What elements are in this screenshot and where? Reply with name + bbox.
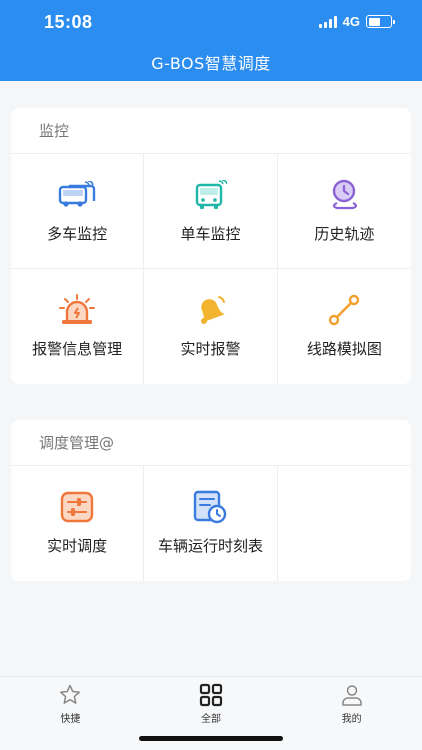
timetable-icon	[190, 490, 230, 524]
tab-label: 全部	[201, 714, 221, 725]
signal-icon	[318, 15, 337, 28]
tab-label: 快捷	[60, 714, 81, 725]
monitor-section: 监控 多车监控 单车监控 历史轨迹 报警信息管理 实时报警 线路模拟图	[11, 108, 411, 384]
menu-item-single-bus[interactable]: 单车监控	[144, 154, 278, 269]
status-bar: 15:08 4G	[0, 0, 422, 44]
section-title: 监控	[11, 108, 411, 154]
grid-icon	[198, 683, 224, 707]
menu-item-route-diagram[interactable]: 线路模拟图	[278, 269, 411, 384]
menu-item-vehicle-timetable[interactable]: 车辆运行时刻表	[144, 466, 278, 581]
menu-item-label: 历史轨迹	[314, 224, 375, 243]
network-type: 4G	[342, 14, 360, 29]
alarm-light-icon	[57, 294, 97, 326]
menu-item-label: 报警信息管理	[32, 340, 123, 358]
menu-item-history-track[interactable]: 历史轨迹	[277, 154, 411, 269]
route-line-icon	[324, 294, 364, 326]
menu-item-label: 多车监控	[47, 224, 108, 243]
history-track-icon	[324, 179, 364, 211]
home-indicator	[139, 736, 283, 741]
menu-item-label: 线路模拟图	[306, 340, 382, 358]
multi-bus-icon	[57, 179, 97, 211]
user-icon	[339, 683, 365, 707]
app-header: 15:08 4G G-BOS智慧调度	[0, 0, 422, 81]
menu-item-realtime-alarm[interactable]: 实时报警	[144, 269, 278, 384]
tab-mine[interactable]: 我的	[281, 677, 422, 750]
page-title: G-BOS智慧调度	[151, 54, 271, 73]
star-icon	[57, 683, 83, 707]
menu-item-label: 实时调度	[47, 537, 108, 555]
sliders-icon	[57, 491, 97, 523]
status-indicators: 4G	[318, 14, 395, 29]
status-time: 15:08	[44, 12, 93, 32]
menu-item-multi-bus[interactable]: 多车监控	[11, 154, 145, 269]
battery-fill	[368, 17, 381, 26]
tab-shortcut[interactable]: 快捷	[0, 677, 141, 750]
menu-item-label: 车辆运行时刻表	[157, 537, 263, 555]
tab-label: 我的	[341, 714, 362, 725]
dispatch-section: 调度管理@ 实时调度 车辆运行时刻表	[11, 420, 411, 581]
bell-icon	[190, 294, 230, 326]
empty-cell	[278, 466, 411, 581]
section-title: 调度管理@	[11, 420, 411, 466]
menu-item-realtime-dispatch[interactable]: 实时调度	[11, 466, 145, 581]
menu-item-label: 单车监控	[180, 224, 241, 243]
battery-icon	[366, 15, 395, 28]
menu-item-alarm-management[interactable]: 报警信息管理	[11, 269, 145, 384]
single-bus-icon	[190, 179, 230, 211]
menu-item-label: 实时报警	[180, 340, 241, 358]
